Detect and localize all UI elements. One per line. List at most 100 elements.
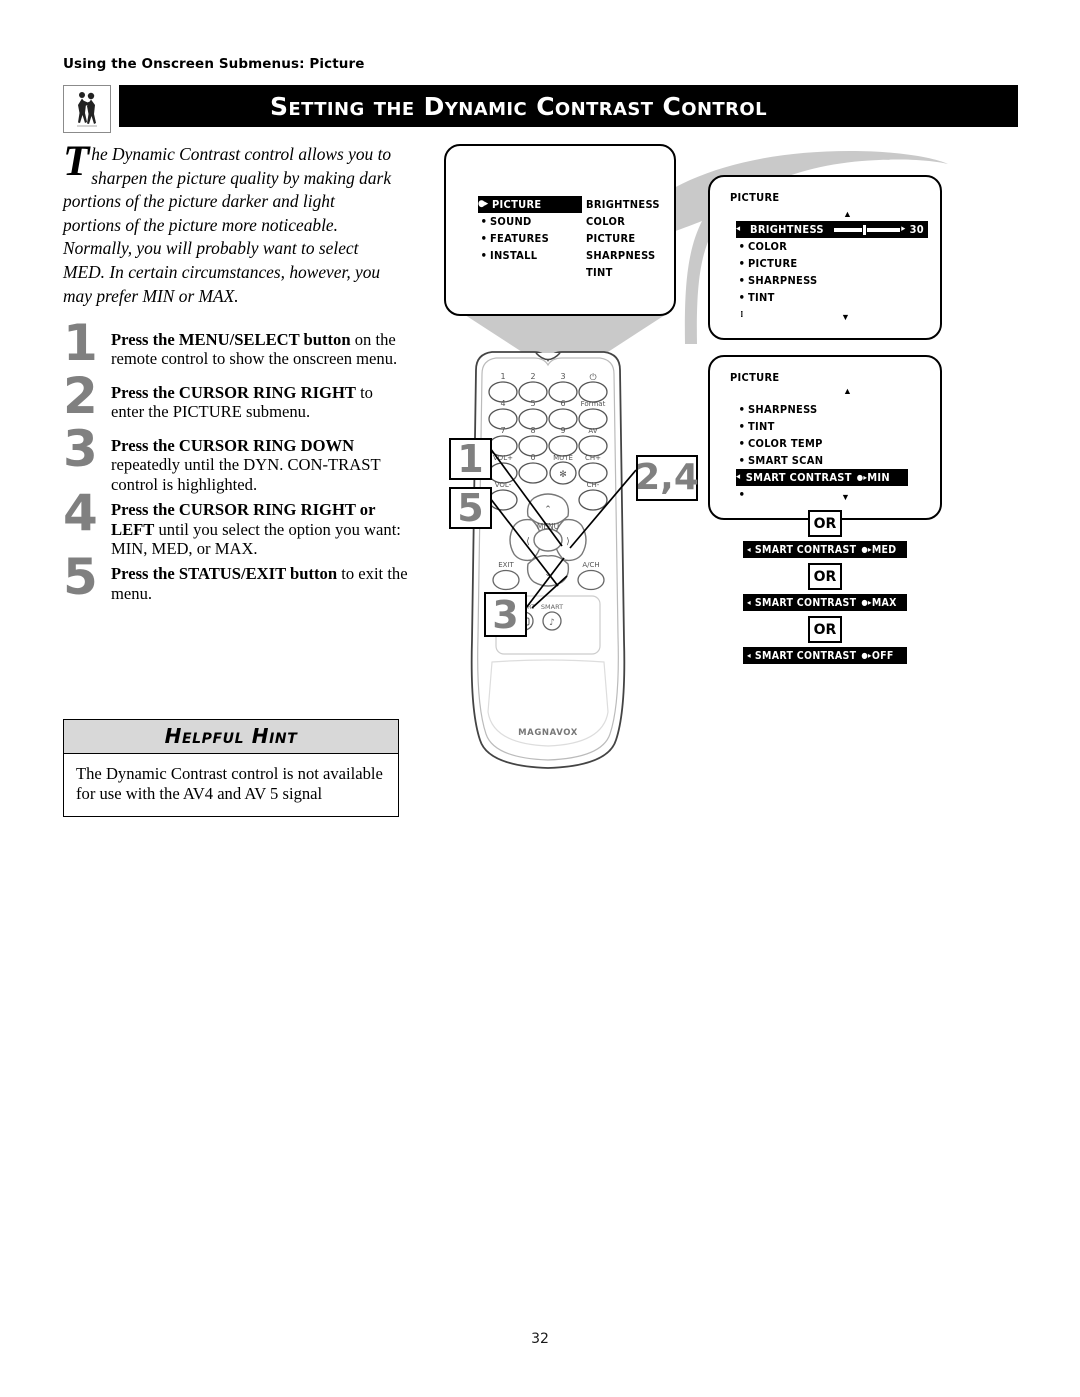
or-connector-1: OR	[808, 510, 842, 537]
step-5-number: 5	[63, 548, 98, 607]
submenu-row-color-label: COLOR	[748, 240, 788, 253]
tv-screen-picture-submenu: PICTURE ▲ ◂ BRIGHTNESS ▸ 30 • COLOR • PICT…	[708, 175, 942, 340]
submenu-row-color-temp[interactable]: • COLOR TEMP	[736, 435, 928, 452]
menu-item-features[interactable]: • FEATURES	[478, 230, 582, 247]
callout-step-2-4: 2,4	[635, 455, 699, 501]
scroll-up-icon: ▲	[843, 386, 852, 396]
menu-item-picture-label: PICTURE	[492, 198, 542, 211]
bullet-icon: •	[738, 437, 746, 450]
scroll-up-icon: ▲	[843, 209, 852, 219]
submenu-row-brightness[interactable]: ◂ BRIGHTNESS ▸ 30	[736, 221, 928, 238]
step-1: 1 Press the MENU/SELECT button on the re…	[63, 318, 408, 377]
right-arrow-icon: ▸	[901, 224, 906, 234]
bullet-icon: •	[738, 257, 746, 270]
picture-submenu-list: ◂ BRIGHTNESS ▸ 30 • COLOR • PICTURE • SHARP…	[736, 221, 928, 323]
bullet-icon: •	[738, 403, 746, 416]
step-2-number: 2	[63, 367, 98, 425]
key-3-label: 3	[560, 372, 565, 381]
instruction-steps: 1 Press the MENU/SELECT button on the re…	[63, 318, 408, 617]
bullet-icon: •	[738, 454, 746, 467]
menu-item-picture[interactable]: ●▸ PICTURE	[478, 196, 582, 213]
left-arrow-icon: ◂	[747, 651, 751, 660]
smart-contrast-submenu-title: PICTURE	[730, 371, 780, 384]
helpful-hint-heading: Helpful Hint	[64, 720, 398, 754]
submenu-row-picture[interactable]: • PICTURE	[736, 255, 928, 272]
step-3-bold: Press the CURSOR RING DOWN	[111, 436, 355, 455]
page-number: 32	[531, 1331, 549, 1347]
leader-line-24	[569, 469, 637, 549]
left-arrow-icon: ◂	[747, 545, 751, 554]
submenu-row-sharpness-label: SHARPNESS	[748, 274, 818, 287]
key-4-label: 4	[500, 399, 505, 408]
submenu-row-smart-contrast[interactable]: ◂ SMART CONTRAST ●▸ MIN	[736, 469, 908, 486]
step-4: 4 Press the CURSOR RING RIGHT or LEFT un…	[63, 488, 408, 558]
step-1-number: 1	[63, 314, 98, 372]
smart-contrast-submenu-list: • SHARPNESS • TINT • COLOR TEMP • SMART SCAN…	[736, 401, 928, 503]
main-menu-left-column: ●▸ PICTURE • SOUND • FEATURES • INSTALL	[478, 196, 582, 264]
option-bar-med[interactable]: ◂ SMART CONTRAST ●▸ MED	[743, 541, 907, 558]
step-2-body: Press the CURSOR RING RIGHT to enter the…	[111, 383, 408, 422]
menu-item-features-label: FEATURES	[490, 232, 550, 245]
leader-lines	[489, 447, 637, 609]
submenu-row-color-temp-label: COLOR TEMP	[748, 437, 823, 450]
key-5-label: 5	[530, 399, 535, 408]
step-5: 5 Press the STATUS/EXIT button to exit t…	[63, 552, 408, 611]
scroll-down-icon: ▼	[841, 492, 850, 502]
menu-item-install-label: INSTALL	[490, 249, 538, 262]
key-format[interactable]	[578, 408, 608, 430]
submenu-item-color[interactable]: COLOR	[586, 213, 678, 230]
smart-contrast-value: MIN	[867, 471, 890, 484]
remote-brand: MAGNAVOX	[518, 728, 578, 738]
helpful-hint-box: Helpful Hint The Dynamic Contrast contro…	[63, 719, 399, 818]
main-menu-right-column: BRIGHTNESS COLOR PICTURE SHARPNESS TINT	[586, 196, 678, 281]
brightness-slider-knob[interactable]	[862, 224, 868, 235]
step-3-rest: repeatedly until the DYN. CON-TRAST cont…	[111, 455, 381, 494]
submenu-item-tint[interactable]: TINT	[586, 264, 678, 281]
adjust-arrows-icon: ●▸	[861, 651, 872, 660]
selection-marker-icon: ●▸	[478, 199, 488, 209]
adjust-arrows-icon: ●▸	[861, 545, 872, 554]
option-bar-off[interactable]: ◂ SMART CONTRAST ●▸ OFF	[743, 647, 907, 664]
submenu-item-brightness[interactable]: BRIGHTNESS	[586, 196, 678, 213]
brightness-value: 30	[909, 223, 924, 236]
submenu-row-sharpness[interactable]: • SHARPNESS	[736, 401, 928, 418]
or-connector-2: OR	[808, 563, 842, 590]
option-bar-max-value: MAX	[871, 596, 897, 609]
brightness-slider[interactable]: ▸ 30	[834, 221, 928, 238]
or-connector-3: OR	[808, 616, 842, 643]
option-bar-off-value: OFF	[871, 649, 894, 662]
intro-paragraph: The Dynamic Contrast control allows you …	[63, 140, 395, 308]
key-power[interactable]	[578, 381, 608, 403]
submenu-row-more: •	[736, 486, 928, 503]
submenu-row-smart-contrast-label: SMART CONTRAST	[745, 471, 852, 484]
submenu-item-picture[interactable]: PICTURE	[586, 230, 678, 247]
submenu-row-color[interactable]: • COLOR	[736, 238, 928, 255]
menu-item-install[interactable]: • INSTALL	[478, 247, 582, 264]
submenu-row-tint-label: TINT	[748, 420, 775, 433]
intro-text: he Dynamic Contrast control allows you t…	[63, 144, 392, 306]
brightness-slider-fill	[834, 228, 901, 232]
bullet-icon: •	[738, 488, 746, 501]
step-1-bold: Press the MENU/SELECT button	[111, 330, 351, 349]
option-bar-max-label: SMART CONTRAST	[754, 596, 857, 609]
left-arrow-icon: ◂	[747, 598, 751, 607]
step-4-body: Press the CURSOR RING RIGHT or LEFT unti…	[111, 500, 408, 558]
bullet-icon: •	[480, 232, 488, 245]
scroll-down-icon: ▼	[841, 312, 850, 322]
submenu-row-sharpness[interactable]: • SHARPNESS	[736, 272, 928, 289]
menu-item-sound[interactable]: • SOUND	[478, 213, 582, 230]
power-icon: ⏻	[589, 372, 596, 383]
more-items-icon: ⁞	[740, 309, 744, 320]
submenu-item-sharpness[interactable]: SHARPNESS	[586, 247, 678, 264]
step-4-number: 4	[63, 484, 98, 543]
menu-item-sound-label: SOUND	[490, 215, 532, 228]
submenu-row-sharpness-label: SHARPNESS	[748, 403, 818, 416]
submenu-row-smart-scan[interactable]: • SMART SCAN	[736, 452, 928, 469]
option-bar-max[interactable]: ◂ SMART CONTRAST ●▸ MAX	[743, 594, 907, 611]
tv-screen-main-menu: ●▸ PICTURE • SOUND • FEATURES • INSTALL BRIG…	[444, 144, 676, 316]
bullet-icon: •	[738, 240, 746, 253]
submenu-row-tint[interactable]: • TINT	[736, 418, 928, 435]
option-bar-med-label: SMART CONTRAST	[754, 543, 857, 556]
option-bar-off-label: SMART CONTRAST	[754, 649, 857, 662]
submenu-row-tint[interactable]: • TINT	[736, 289, 928, 306]
